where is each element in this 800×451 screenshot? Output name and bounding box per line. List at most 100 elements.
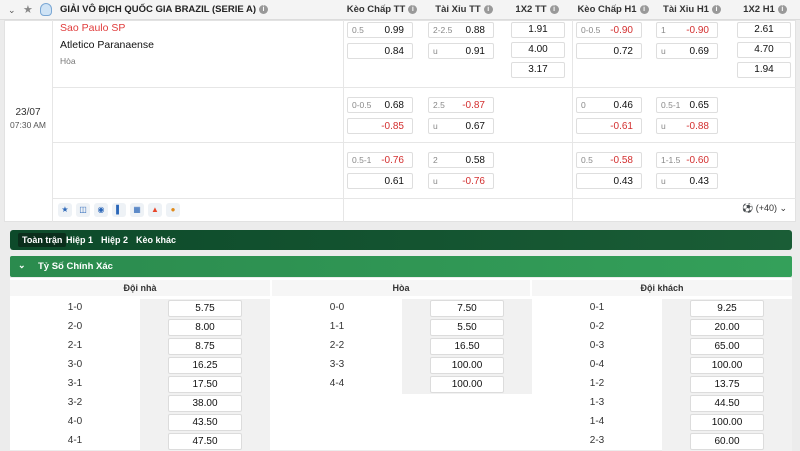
score-odds-button[interactable]: 16.25 <box>168 357 242 374</box>
handicap-value: u <box>433 46 438 56</box>
odds-cell-tx-tt[interactable]: u -0.76 <box>428 173 494 189</box>
score-odds-button[interactable]: 13.75 <box>690 376 764 393</box>
score-odds-button[interactable]: 100.00 <box>690 357 764 374</box>
score-odds-button[interactable]: 20.00 <box>690 319 764 336</box>
odds-cell-kc-h1[interactable]: 0 0.46 <box>576 97 642 113</box>
odds-cell-kc-tt[interactable]: 0.61 <box>347 173 413 189</box>
match-date: 23/07 <box>15 107 41 118</box>
odds-cell-tx-tt[interactable]: 2-2.5 0.88 <box>428 22 494 38</box>
medal-icon[interactable]: ● <box>166 203 180 217</box>
odds-cell-tx-tt[interactable]: 2.5 -0.87 <box>428 97 494 113</box>
score-odds-button[interactable]: 44.50 <box>690 395 764 412</box>
star-icon[interactable]: ★ <box>23 3 33 16</box>
odds-cell-kc-tt[interactable]: 0-0.5 0.68 <box>347 97 413 113</box>
odds-cell-tx-h1[interactable]: 0.5-1 0.65 <box>656 97 718 113</box>
info-icon[interactable]: i <box>711 5 721 14</box>
tab-second-half[interactable]: Hiệp 2 <box>97 233 132 247</box>
odds-cell-kc-tt[interactable]: 0.84 <box>347 43 413 59</box>
score-odds-button[interactable]: 100.00 <box>430 357 504 374</box>
odds-cell-kc-h1[interactable]: 0.43 <box>576 173 642 189</box>
tab-first-half[interactable]: Hiệp 1 <box>62 233 97 247</box>
odds-cell-kc-h1[interactable]: 0-0.5 -0.90 <box>576 22 642 38</box>
score-label: 4-1 <box>67 435 83 446</box>
stats-icon[interactable]: ▌ <box>112 203 126 217</box>
score-odds-button[interactable]: 60.00 <box>690 433 764 450</box>
odds-cell-tx-tt[interactable]: 2 0.58 <box>428 152 494 168</box>
score-label: 4-0 <box>67 416 83 427</box>
score-odds-button[interactable]: 16.50 <box>430 338 504 355</box>
league-title[interactable]: GIẢI VÔ ĐỊCH QUỐC GIA BRAZIL (SERIE A) i <box>60 4 268 15</box>
odds-value: 0.67 <box>465 121 485 132</box>
odds-cell-kc-h1[interactable]: -0.61 <box>576 118 642 134</box>
odds-cell-tx-h1[interactable]: u 0.43 <box>656 173 718 189</box>
home-team[interactable]: Sao Paulo SP <box>60 22 125 34</box>
odds-cell-tx-h1[interactable]: u 0.69 <box>656 43 718 59</box>
info-icon[interactable]: i <box>483 5 493 14</box>
odds-cell-x12-h1[interactable]: 4.70 <box>737 42 791 58</box>
score-odds-button[interactable]: 7.50 <box>430 300 504 317</box>
odds-cell-kc-h1[interactable]: 0.5 -0.58 <box>576 152 642 168</box>
odds-value: 0.69 <box>689 46 709 57</box>
odds-cell-tx-tt[interactable]: u 0.91 <box>428 43 494 59</box>
away-team[interactable]: Atletico Paranaense <box>60 39 154 51</box>
odds-cell-kc-tt[interactable]: -0.85 <box>347 118 413 134</box>
odds-value: -0.90 <box>610 25 633 36</box>
odds-cell-kc-tt[interactable]: 0.5 0.99 <box>347 22 413 38</box>
score-odds-button[interactable]: 38.00 <box>168 395 242 412</box>
info-icon[interactable]: i <box>639 5 649 14</box>
odds-cell-x12-h1[interactable]: 2.61 <box>737 22 791 38</box>
score-label: 3-1 <box>67 378 83 389</box>
tab-full-match[interactable]: Toàn trận <box>18 233 67 247</box>
odds-value: -0.88 <box>686 121 709 132</box>
draw-label: Hòa <box>60 56 76 66</box>
odds-value: -0.60 <box>686 155 709 166</box>
info-icon[interactable]: i <box>408 5 418 14</box>
score-label: 0-2 <box>589 321 605 332</box>
col-kc-tt: Kèo Chấp TT i <box>344 4 420 15</box>
score-odds-button[interactable]: 43.50 <box>168 414 242 431</box>
tab-other[interactable]: Kèo khác <box>132 233 180 247</box>
info-icon[interactable]: i <box>259 5 268 14</box>
odds-cell-tx-tt[interactable]: u 0.67 <box>428 118 494 134</box>
info-icon[interactable]: i <box>777 5 787 14</box>
score-odds-button[interactable]: 5.75 <box>168 300 242 317</box>
database-icon[interactable]: ◫ <box>76 203 90 217</box>
score-odds-button[interactable]: 47.50 <box>168 433 242 450</box>
score-odds-button[interactable]: 8.00 <box>168 319 242 336</box>
odds-cell-x12-tt[interactable]: 1.91 <box>511 22 565 38</box>
board-icon[interactable]: ▦ <box>130 203 144 217</box>
odds-cell-kc-tt[interactable]: 0.5-1 -0.76 <box>347 152 413 168</box>
chevron-down-icon[interactable]: ⌄ <box>8 5 16 16</box>
market-tabs: Toàn trận Hiệp 1 Hiệp 2 Kèo khác <box>10 230 792 250</box>
odds-cell-x12-h1[interactable]: 1.94 <box>737 62 791 78</box>
score-odds-button[interactable]: 5.50 <box>430 319 504 336</box>
odds-cell-x12-tt[interactable]: 4.00 <box>511 42 565 58</box>
eye-icon[interactable]: ◉ <box>94 203 108 217</box>
handicap-value: 0.5-1 <box>661 100 681 110</box>
score-odds-button[interactable]: 17.50 <box>168 376 242 393</box>
odds-cell-tx-h1[interactable]: 1-1.5 -0.60 <box>656 152 718 168</box>
handicap-value: u <box>661 121 666 131</box>
correct-score-header[interactable]: ⌄ Tỷ Số Chính Xác <box>10 256 792 277</box>
more-markets-button[interactable]: ⚽ (+40) ⌄ <box>742 203 787 214</box>
score-odds-button[interactable]: 100.00 <box>690 414 764 431</box>
odds-cell-x12-tt[interactable]: 3.17 <box>511 62 565 78</box>
star-icon[interactable]: ★ <box>58 203 72 217</box>
odds-cell-tx-h1[interactable]: 1 -0.90 <box>656 22 718 38</box>
score-label: 2-0 <box>67 321 83 332</box>
correct-score-grid: Đội nhà Hòa Đội khách 1-0 5.75 2-0 8.00 2-1 8… <box>10 278 792 451</box>
col-1x2-tt: 1X2 TT i <box>505 4 569 15</box>
score-odds-button[interactable]: 8.75 <box>168 338 242 355</box>
fire-icon[interactable]: ▲ <box>148 203 162 217</box>
odds-value: 0.43 <box>613 176 633 187</box>
odds-value: 0.58 <box>465 155 485 166</box>
col-home: Đội nhà <box>10 280 270 296</box>
odds-cell-tx-h1[interactable]: u -0.88 <box>656 118 718 134</box>
score-odds-button[interactable]: 100.00 <box>430 376 504 393</box>
odds-cell-kc-h1[interactable]: 0.72 <box>576 43 642 59</box>
info-icon[interactable]: i <box>549 5 559 14</box>
handicap-value: 2.5 <box>433 100 445 110</box>
score-odds-button[interactable]: 65.00 <box>690 338 764 355</box>
score-odds-button[interactable]: 9.25 <box>690 300 764 317</box>
handicap-value: 0.5-1 <box>352 155 372 165</box>
